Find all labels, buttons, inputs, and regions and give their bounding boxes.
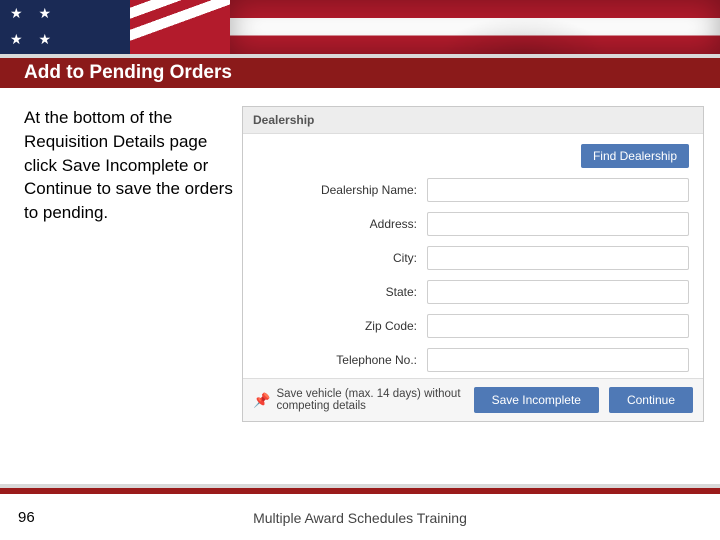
find-dealership-button[interactable]: Find Dealership [581,144,689,168]
row-address: Address: [243,208,703,242]
row-state: State: [243,276,703,310]
input-telephone[interactable] [427,348,689,372]
label-phone: Telephone No.: [257,353,417,367]
flag-banner [0,0,720,54]
label-city: City: [257,251,417,265]
intro-text: At the bottom of the Requisition Details… [24,106,234,422]
label-name: Dealership Name: [257,183,417,197]
label-zip: Zip Code: [257,319,417,333]
find-row: Find Dealership [243,134,703,174]
slide: Add to Pending Orders At the bottom of t… [0,0,720,540]
footer-note: 📌 Save vehicle (max. 14 days) without co… [253,388,464,412]
label-state: State: [257,285,417,299]
input-dealership-name[interactable] [427,178,689,202]
footer-note-text: Save vehicle (max. 14 days) without comp… [276,388,463,412]
input-zip[interactable] [427,314,689,338]
save-incomplete-button[interactable]: Save Incomplete [474,387,599,413]
dealership-panel-header: Dealership [243,107,703,134]
row-name: Dealership Name: [243,174,703,208]
input-address[interactable] [427,212,689,236]
training-label: Multiple Award Schedules Training [0,510,720,526]
row-zip: Zip Code: [243,310,703,344]
slide-title: Add to Pending Orders [24,62,232,84]
dealership-panel-footer: 📌 Save vehicle (max. 14 days) without co… [243,378,703,421]
dealership-panel: Dealership Find Dealership Dealership Na… [242,106,704,422]
row-city: City: [243,242,703,276]
label-address: Address: [257,217,417,231]
slide-footer: 96 Multiple Award Schedules Training [0,488,720,540]
slide-body: At the bottom of the Requisition Details… [0,88,720,422]
input-city[interactable] [427,246,689,270]
pin-icon: 📌 [253,392,270,409]
input-state[interactable] [427,280,689,304]
continue-button[interactable]: Continue [609,387,693,413]
row-phone: Telephone No.: [243,344,703,378]
slide-title-bar: Add to Pending Orders [0,54,720,88]
